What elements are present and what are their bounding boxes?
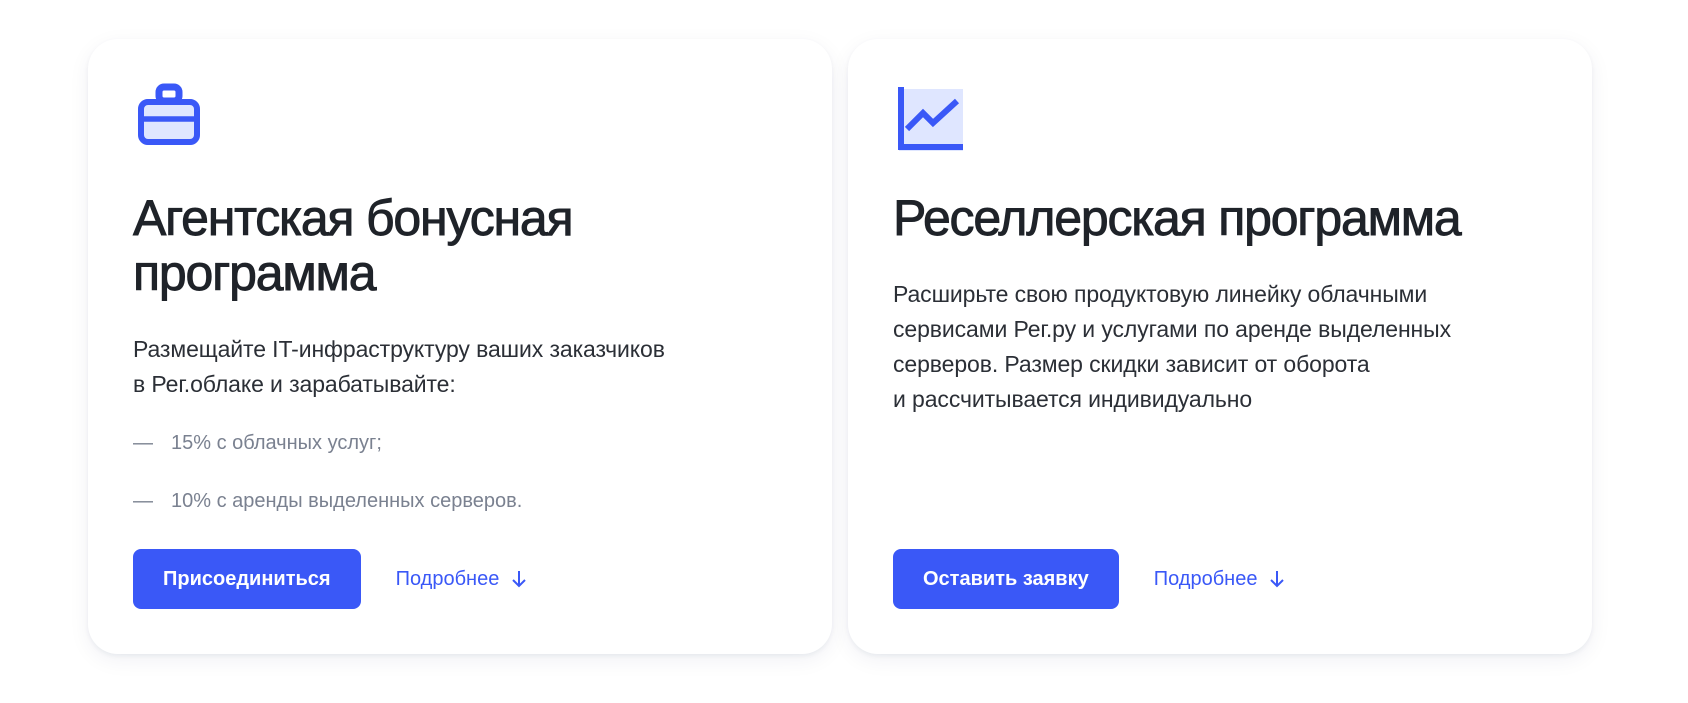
- more-link[interactable]: Подробнее: [396, 568, 528, 591]
- list-item-text: 10% с аренды выделенных серверов.: [171, 489, 523, 512]
- list-dash: —: [133, 489, 153, 512]
- program-title: Реселлерская программа: [893, 190, 1463, 246]
- join-button[interactable]: Присоединиться: [133, 549, 361, 609]
- list-item-text: 15% с облачных услуг;: [171, 431, 382, 454]
- list-dash: —: [133, 431, 153, 454]
- arrow-down-icon: [1269, 570, 1285, 588]
- reseller-program-card: Реселлерская программа Расширьте свою пр…: [848, 39, 1592, 654]
- arrow-down-icon: [511, 570, 527, 588]
- card-actions: Оставить заявку Подробнее: [893, 549, 1285, 609]
- more-link[interactable]: Подробнее: [1154, 568, 1286, 591]
- program-description: Размещайте IT-инфраструктуру ваших заказ…: [133, 336, 665, 397]
- programs-section: Агентская бонусная программа Размещайте …: [88, 39, 1592, 654]
- growth-chart-icon: [893, 83, 965, 155]
- program-title: Агентская бонусная программа: [133, 190, 574, 301]
- apply-button[interactable]: Оставить заявку: [893, 549, 1119, 609]
- card-actions: Присоединиться Подробнее: [133, 549, 527, 609]
- bonus-list: — 15% с облачных услуг; — 10% с аренды в…: [133, 428, 787, 516]
- agent-program-card: Агентская бонусная программа Размещайте …: [88, 39, 832, 654]
- list-item: — 15% с облачных услуг;: [133, 428, 787, 458]
- briefcase-icon: [133, 83, 205, 155]
- more-link-label: Подробнее: [1153, 567, 1258, 590]
- program-description: Расширьте свою продуктовую линейку облач…: [893, 281, 1451, 412]
- more-link-label: Подробнее: [395, 567, 500, 590]
- list-item: — 10% с аренды выделенных серверов.: [133, 486, 787, 516]
